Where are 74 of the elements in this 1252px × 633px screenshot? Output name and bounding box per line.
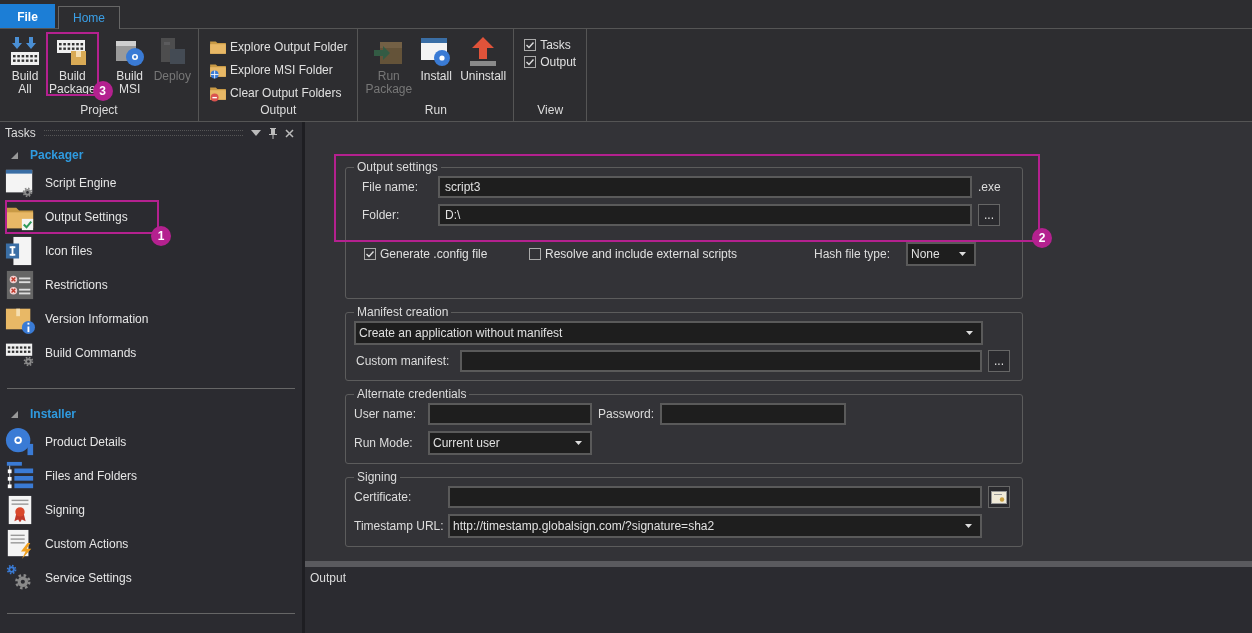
- caret-icon: [575, 441, 582, 445]
- group-title: Manifest creation: [356, 305, 450, 319]
- pin-icon[interactable]: [269, 127, 277, 139]
- certificate-icon: [991, 490, 1007, 504]
- group-label: Output: [259, 103, 298, 119]
- task-item[interactable]: Build Commands: [5, 336, 297, 370]
- text-field[interactable]: [460, 350, 982, 372]
- section-header[interactable]: Installer: [5, 403, 83, 425]
- ribbon-button[interactable]: Install: [415, 32, 458, 83]
- tree-list-icon: [5, 461, 35, 491]
- panel-title: Tasks: [5, 126, 36, 140]
- window-gear-icon: [5, 168, 35, 198]
- expand-icon: [11, 151, 18, 159]
- group-title: Output settings: [356, 160, 439, 174]
- field-label: Folder:: [362, 208, 401, 222]
- ribbon-tab[interactable]: Home: [58, 6, 120, 29]
- section-header[interactable]: Packager: [5, 144, 90, 166]
- password-field[interactable]: [660, 403, 846, 425]
- disc-wrench-icon: [5, 427, 35, 457]
- caret-icon: [965, 524, 972, 528]
- task-item[interactable]: Script Engine: [5, 166, 297, 200]
- field-label: Password:: [598, 407, 654, 421]
- task-item[interactable]: Product Details: [5, 425, 297, 459]
- field-label: User name:: [354, 407, 418, 421]
- dropdown-icon[interactable]: [251, 130, 261, 136]
- group-title: Signing: [356, 470, 399, 484]
- expand-icon: [11, 410, 18, 418]
- ribbon-button[interactable]: Explore MSI Folder: [207, 59, 350, 80]
- checkbox[interactable]: Tasks: [524, 38, 577, 52]
- task-item[interactable]: Files and Folders: [5, 459, 297, 493]
- keyboard-arrows-icon: [9, 36, 41, 68]
- field-label: Run Mode:: [354, 436, 414, 450]
- checkbox[interactable]: Generate .config file: [364, 247, 529, 261]
- field-label: Hash file type:: [814, 247, 892, 261]
- panel-title: Output: [310, 571, 347, 585]
- certificate-button[interactable]: [988, 486, 1010, 508]
- group-title: Alternate credentials: [356, 387, 468, 401]
- close-icon[interactable]: [285, 128, 294, 138]
- browse-button[interactable]: ...: [978, 204, 1000, 226]
- dropdown[interactable]: Current user: [428, 431, 592, 455]
- task-item[interactable]: Restrictions: [5, 268, 297, 302]
- text-field[interactable]: D:\: [438, 204, 972, 226]
- extension-label: .exe: [978, 180, 1002, 194]
- browse-button[interactable]: ...: [988, 350, 1010, 372]
- ribbon-button[interactable]: Explore Output Folder: [207, 36, 350, 57]
- group-label: View: [536, 103, 565, 119]
- task-item[interactable]: Signing: [5, 493, 297, 527]
- field-label: Custom manifest:: [356, 354, 451, 368]
- dropdown[interactable]: Create an application without manifest: [354, 321, 983, 345]
- text-field[interactable]: [448, 486, 982, 508]
- checkbox[interactable]: Output: [524, 55, 577, 69]
- ribbon-tab[interactable]: File: [0, 4, 55, 28]
- list-cross-icon: [5, 270, 35, 300]
- field-label: Timestamp URL:: [354, 519, 442, 533]
- checkbox[interactable]: Resolve and include external scripts: [529, 247, 814, 261]
- task-item[interactable]: Version Information: [5, 302, 297, 336]
- group-label: Project: [79, 103, 119, 119]
- window-disc-icon: [420, 36, 453, 68]
- task-item[interactable]: Custom Actions: [5, 527, 297, 561]
- caret-icon: [966, 331, 973, 335]
- group-label: Run: [423, 103, 448, 119]
- text-field[interactable]: [428, 403, 592, 425]
- caret-icon: [959, 252, 966, 256]
- ribbon-button[interactable]: Uninstall: [457, 32, 510, 83]
- callout-badge: 2: [1032, 228, 1052, 248]
- dropdown[interactable]: None: [906, 242, 976, 266]
- callout-badge: 1: [151, 226, 171, 246]
- ribbon-button[interactable]: Clear Output Folders: [207, 82, 350, 103]
- text-field[interactable]: script3: [438, 176, 972, 198]
- field-label: Certificate:: [354, 490, 413, 504]
- ribbon-button[interactable]: Build All: [4, 32, 46, 96]
- field-label: File name:: [362, 180, 420, 194]
- dropdown[interactable]: http://timestamp.globalsign.com/?signature=sha2: [448, 514, 982, 538]
- task-item[interactable]: Service Settings: [5, 561, 297, 595]
